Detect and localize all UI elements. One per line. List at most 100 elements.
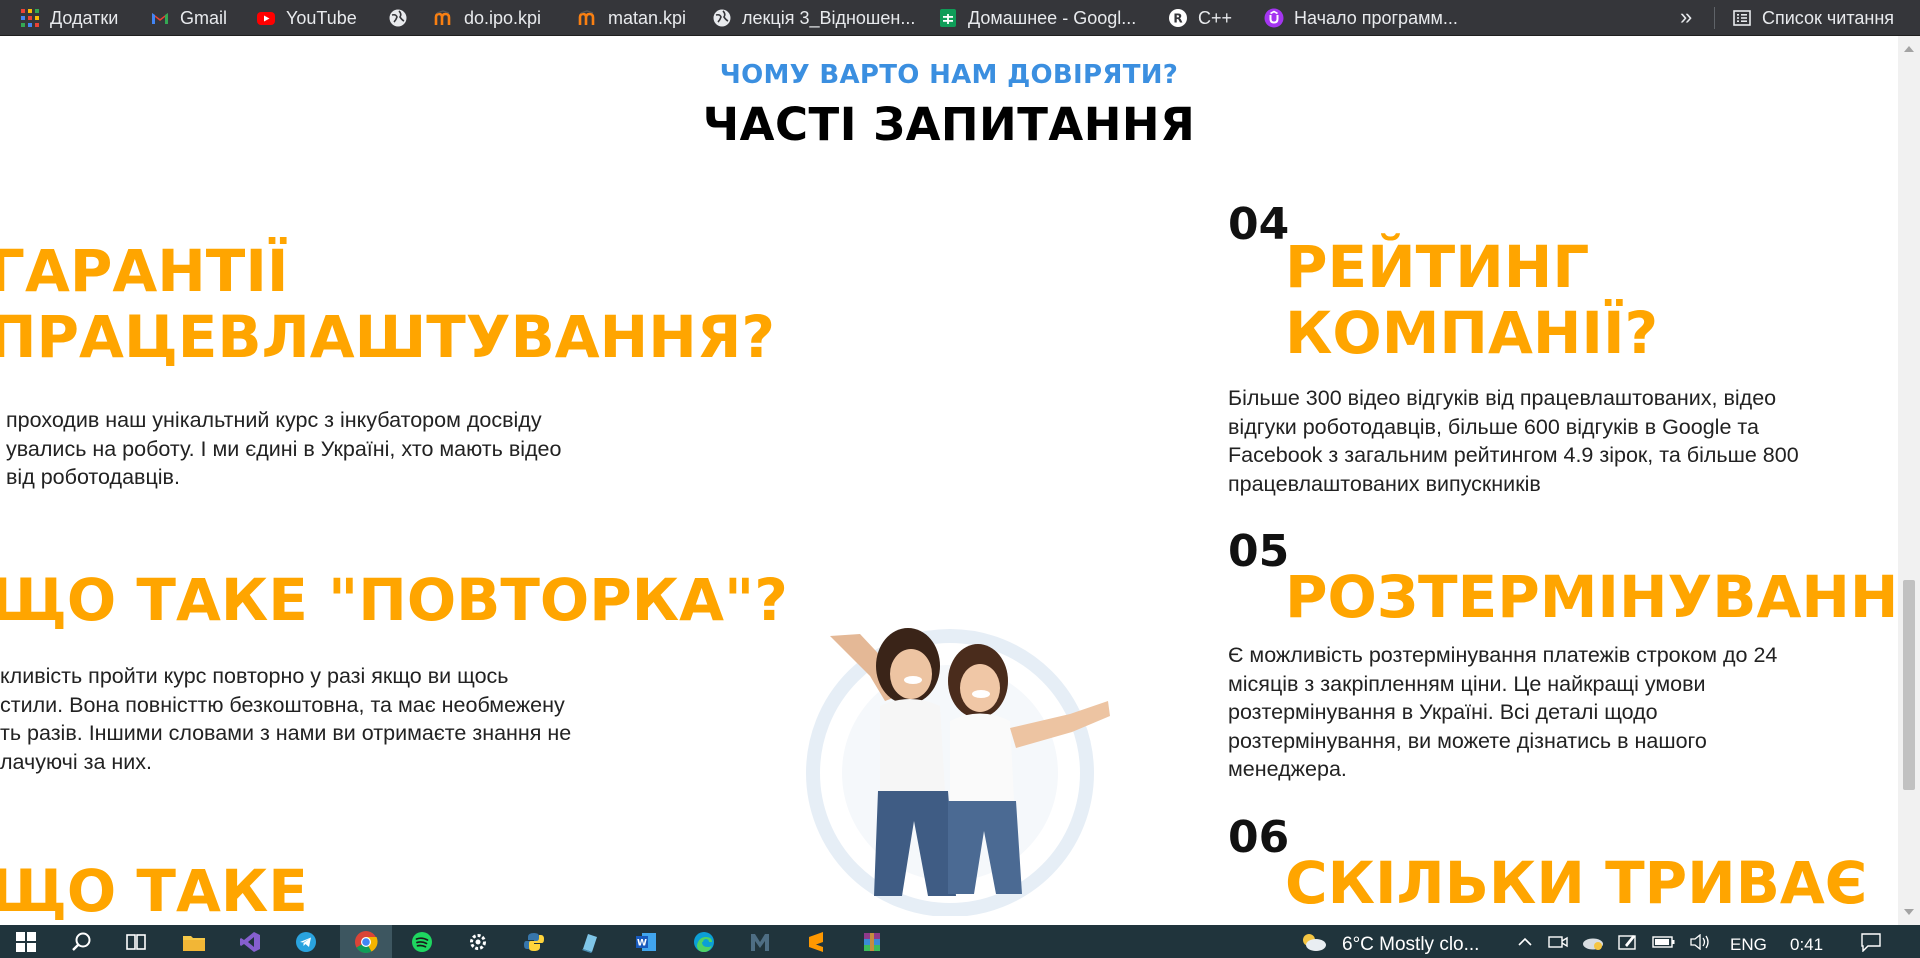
faq-question-title: РЕЙТИНГ КОМПАНІЇ? xyxy=(1285,234,1658,366)
faq-text-line: лачуючі за них. xyxy=(0,749,152,774)
faq-text-line: Більше 300 відео відгуків від працевлашт… xyxy=(1228,386,1777,410)
faq-text-line: ть разів. Іншими словами з нами ви отрим… xyxy=(0,721,572,745)
winrar-icon[interactable] xyxy=(854,925,890,958)
visual-studio-icon[interactable] xyxy=(232,925,268,958)
faq-title-line: ПРАЦЕВЛАШТУВАННЯ? xyxy=(0,303,776,371)
section-title: ЧАСТІ ЗАПИТАННЯ xyxy=(702,98,1196,151)
chrome-icon[interactable] xyxy=(340,925,392,958)
input-language[interactable]: ENG xyxy=(1730,925,1767,958)
bookmark-do-ipo-kpi[interactable]: do.ipo.kpi xyxy=(434,0,541,36)
bookmark-lecture-3[interactable]: лекція 3_Відношен... xyxy=(712,0,915,36)
bookmarks-overflow-button[interactable]: » xyxy=(1680,0,1692,36)
camera-icon[interactable] xyxy=(1546,925,1570,958)
scroll-up-arrow-icon[interactable] xyxy=(1904,46,1914,52)
faq-text-line: Є можливість розтермінування платежів ст… xyxy=(1228,643,1778,667)
replit-icon: R xyxy=(1168,8,1188,28)
faq-title-line: СКІЛЬКИ ТРИВАЄ xyxy=(1285,849,1868,917)
clock-time[interactable]: 0:41 xyxy=(1790,925,1823,958)
apps-grid-icon xyxy=(20,8,40,28)
scroll-down-arrow-icon[interactable] xyxy=(1904,909,1914,915)
bookmark-cpp[interactable]: R C++ xyxy=(1168,0,1232,36)
battery-icon[interactable] xyxy=(1650,925,1678,958)
bookmark-matan-kpi[interactable]: matan.kpi xyxy=(578,0,686,36)
faq-question-title: РОЗТЕРМІНУВАННЯ? xyxy=(1285,564,1898,630)
volume-icon[interactable] xyxy=(1686,925,1714,958)
globe-icon xyxy=(712,8,732,28)
svg-text:R: R xyxy=(1173,12,1182,26)
bookmark-label: matan.kpi xyxy=(608,7,687,28)
python-icon[interactable] xyxy=(516,925,552,958)
bookmarks-bar: Додатки Gmail YouTube do.ipo.kpi matan.k… xyxy=(0,0,1920,36)
faq-question-title: СКІЛЬКИ ТРИВАЄ xyxy=(1285,850,1867,916)
bookmark-gmail[interactable]: Gmail xyxy=(150,0,227,36)
spotify-icon[interactable] xyxy=(404,925,440,958)
web-page: ЧОМУ ВАРТО НАМ ДОВІРЯТИ? ЧАСТІ ЗАПИТАННЯ… xyxy=(0,36,1898,925)
bookmark-label: Gmail xyxy=(180,7,228,28)
weather-text[interactable]: 6°C Mostly clo... xyxy=(1342,925,1479,958)
svg-text:W: W xyxy=(637,938,647,948)
notepad-icon[interactable] xyxy=(572,925,608,958)
reading-list-label: Список читання xyxy=(1762,7,1895,28)
reading-list-icon xyxy=(1732,8,1752,28)
notifications-icon[interactable] xyxy=(1856,925,1886,958)
bookmark-label: Додатки xyxy=(50,7,119,28)
faq-text-line: місяців з закріпленням ціни. Це найкращі… xyxy=(1228,671,1706,696)
telegram-icon[interactable] xyxy=(288,925,324,958)
scrollbar-thumb[interactable] xyxy=(1903,580,1915,790)
faq-title-line: ЩО ТАКЕ xyxy=(0,857,308,925)
word-icon[interactable]: W xyxy=(628,925,664,958)
google-sheets-icon xyxy=(938,8,958,28)
bookmark-udemy[interactable]: Начало программ... xyxy=(1264,0,1458,36)
faq-text-line: від роботодавців. xyxy=(6,465,180,489)
faq-text-line: розтермінування в Україні. Всі деталі що… xyxy=(1228,700,1658,724)
page-scrollbar[interactable] xyxy=(1898,36,1920,925)
settings-gear-icon[interactable] xyxy=(460,925,496,958)
faq-answer: Більше 300 відео відгуків від працевлашт… xyxy=(1228,384,1799,498)
windows-taskbar: W 6°C Mostly clo... ENG 0:41 xyxy=(0,925,1920,958)
faq-text-line: стили. Вона повністтю безкоштовна, та ма… xyxy=(0,692,565,717)
faq-number: 04 xyxy=(1228,199,1290,250)
faq-text-line: розтермінування, ви можете дізнатись в н… xyxy=(1228,728,1707,753)
udemy-icon xyxy=(1264,8,1284,28)
bookmark-label: лекція 3_Відношен... xyxy=(742,7,916,28)
bookmark-apps[interactable]: Додатки xyxy=(20,0,118,36)
moodle-icon xyxy=(578,8,598,28)
edge-icon[interactable] xyxy=(686,925,722,958)
bookmark-label: do.ipo.kpi xyxy=(464,7,542,28)
faq-title-line: ГАРАНТІЇ xyxy=(0,237,289,305)
faq-text-line: працевлаштованих випускників xyxy=(1228,471,1541,496)
faq-question-title: ЩО ТАКЕ "ПОВТОРКА"? xyxy=(0,567,788,633)
onedrive-cloud-icon[interactable] xyxy=(1578,925,1608,958)
faq-question-title: ЩО ТАКЕ xyxy=(0,858,308,924)
faq-number: 06 xyxy=(1228,812,1290,863)
pen-tablet-icon[interactable] xyxy=(1614,925,1642,958)
task-view-icon[interactable] xyxy=(118,925,154,958)
section-subtitle: ЧОМУ ВАРТО НАМ ДОВІРЯТИ? xyxy=(719,60,1179,90)
bookmark-globe[interactable] xyxy=(388,0,408,36)
faq-text-line: менеджера. xyxy=(1228,757,1347,781)
reading-list-button[interactable]: Список читання xyxy=(1732,0,1894,36)
bookmarks-divider xyxy=(1714,7,1715,29)
faq-text-line: проходив наш унікальтний курс з інкубато… xyxy=(6,408,542,432)
faq-question-title: ГАРАНТІЇ ПРАЦЕВЛАШТУВАННЯ? xyxy=(0,238,775,370)
file-explorer-icon[interactable] xyxy=(176,925,212,958)
bookmark-label: Начало программ... xyxy=(1294,7,1458,28)
bookmark-youtube[interactable]: YouTube xyxy=(256,0,357,36)
search-icon[interactable] xyxy=(64,925,100,958)
chevron-up-icon[interactable] xyxy=(1512,925,1538,958)
globe-icon xyxy=(388,8,408,28)
faq-title-line: РОЗТЕРМІНУВАННЯ? xyxy=(1285,563,1898,631)
gmail-icon xyxy=(150,8,170,28)
windows-start-icon[interactable] xyxy=(8,925,44,958)
faq-text-line: відгуки роботодавців, більше 600 відгукі… xyxy=(1228,414,1759,439)
m-app-icon[interactable] xyxy=(742,925,778,958)
faq-answer: кливість пройти курс повторно у разі якщ… xyxy=(0,662,571,776)
bookmark-google-sheets[interactable]: Домашнее - Googl... xyxy=(938,0,1136,36)
moodle-icon xyxy=(434,8,454,28)
faq-answer: Є можливість розтермінування платежів ст… xyxy=(1228,641,1777,784)
sublime-icon[interactable] xyxy=(798,925,834,958)
faq-answer: проходив наш унікальтний курс з інкубато… xyxy=(6,406,561,492)
faq-text-line: кливість пройти курс повторно у разі якщ… xyxy=(0,664,509,688)
weather-cloud-icon[interactable] xyxy=(1294,925,1334,958)
bookmark-label: YouTube xyxy=(286,7,357,28)
